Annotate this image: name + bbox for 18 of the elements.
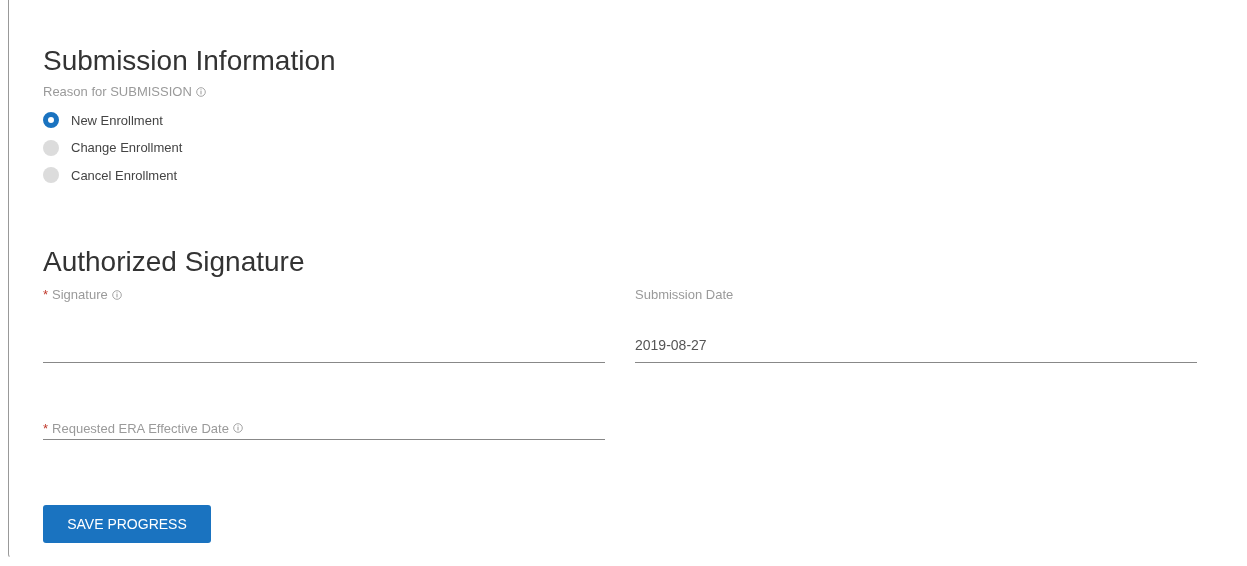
field-label: Submission Date	[635, 286, 734, 304]
section-heading: Submission Information	[43, 44, 337, 78]
radio-button[interactable]	[43, 167, 59, 184]
radio-label: New Enrollment	[71, 111, 163, 130]
input-field[interactable]: * Requested ERA Effective Date	[43, 418, 605, 440]
field-label: Signature	[52, 286, 108, 304]
field-label: Requested ERA Effective Date	[52, 419, 229, 438]
field-value: 2019-08-27	[635, 335, 707, 355]
save-progress-button[interactable]: SAVE PROGRESS	[43, 505, 211, 543]
radio-label: Change Enrollment	[71, 139, 183, 157]
required-asterisk: *	[43, 286, 49, 304]
section-heading: Authorized Signature	[43, 245, 306, 279]
input-field[interactable]: 2019-08-27	[635, 332, 1197, 363]
required-asterisk: *	[43, 419, 49, 438]
radio-button[interactable]	[43, 139, 59, 156]
question-label: Reason for SUBMISSION	[43, 83, 192, 101]
radio-label: Cancel Enrollment	[71, 166, 178, 185]
radio-button[interactable]	[43, 112, 59, 129]
